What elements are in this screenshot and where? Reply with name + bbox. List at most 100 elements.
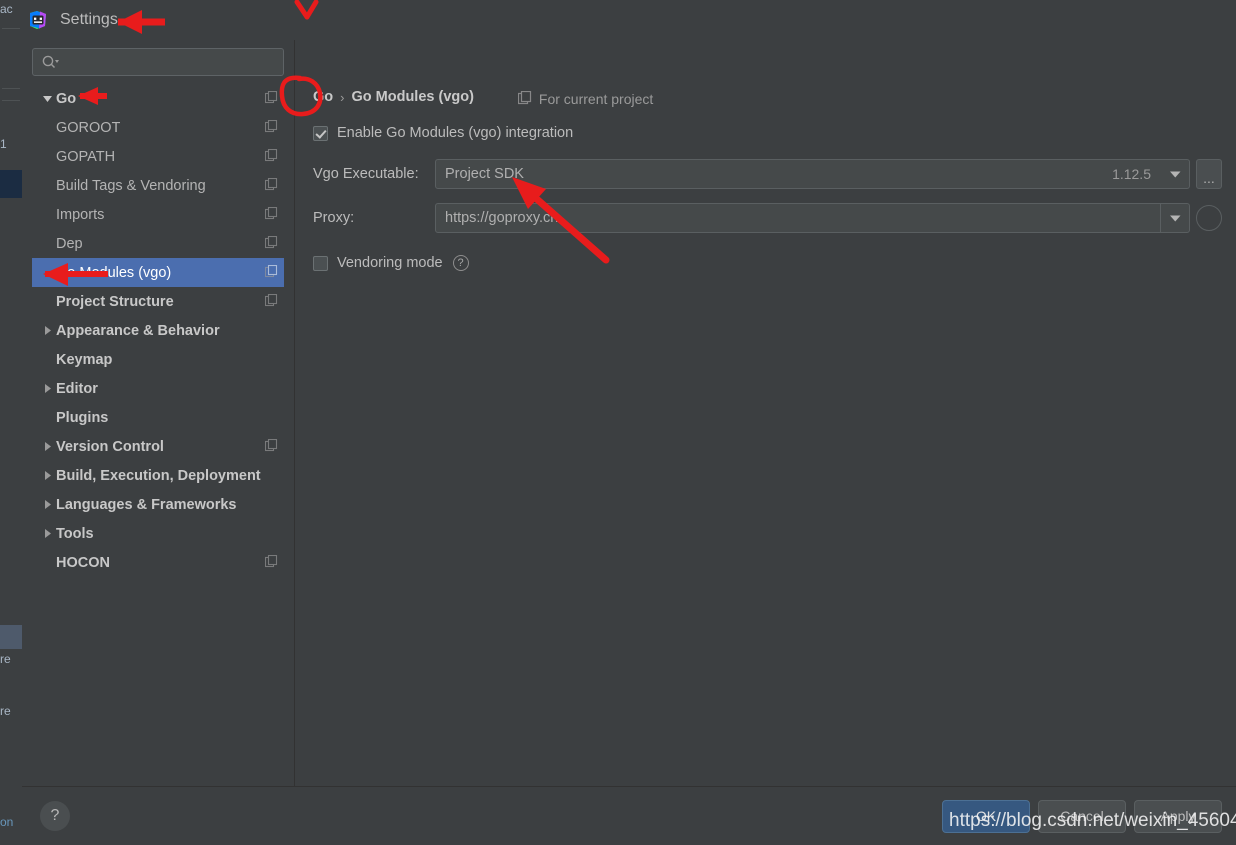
chevron-right-icon[interactable] (38, 499, 56, 510)
settings-tree: Go GOROOT GOPATH Build Tags & Vendoring Impo… (32, 84, 284, 786)
enable-go-modules-label: Enable Go Modules (vgo) integration (337, 125, 574, 141)
search-icon (41, 54, 61, 70)
sidebar-item-hocon[interactable]: HOCON (32, 548, 284, 577)
sidebar-item-imports[interactable]: Imports (32, 200, 284, 229)
sidebar-item-label: GOROOT (56, 119, 121, 136)
sidebar-item-label: Appearance & Behavior (56, 322, 220, 339)
dialog-bottom-bar: ? OK Cancel Apply (22, 786, 1236, 845)
vendoring-mode-checkbox[interactable] (313, 255, 328, 271)
sidebar-item-label: Languages & Frameworks (56, 496, 237, 513)
sidebar-item-label: Dep (56, 235, 83, 252)
sidebar-item-keymap[interactable]: Keymap (32, 345, 284, 374)
background-ide-window: ac 1 re re on (0, 0, 22, 845)
vgo-executable-browse-button[interactable]: ... (1196, 159, 1222, 189)
dialog-title: Settings (60, 11, 118, 28)
button-label: Cancel (1060, 808, 1104, 824)
sidebar-item-plugins[interactable]: Plugins (32, 403, 284, 432)
button-label: Apply (1160, 808, 1196, 824)
proxy-extra-button[interactable] (1196, 205, 1222, 231)
chevron-right-icon[interactable] (38, 383, 56, 394)
chevron-down-icon[interactable] (1160, 204, 1189, 232)
sidebar-item-tools[interactable]: Tools (32, 519, 284, 548)
button-label: OK (975, 808, 997, 824)
breadcrumb-separator: › (340, 89, 345, 105)
sidebar-item-editor[interactable]: Editor (32, 374, 284, 403)
project-scope-icon (264, 235, 278, 252)
project-scope-icon (264, 90, 278, 107)
sidebar-item-label: HOCON (56, 554, 110, 571)
sidebar-item-label: Version Control (56, 438, 164, 455)
background-divider (2, 28, 20, 29)
proxy-label: Proxy: (313, 210, 355, 226)
proxy-row: Proxy: https://goproxy.cn (313, 203, 1222, 233)
chevron-right-icon[interactable] (38, 325, 56, 336)
sidebar-item-label: Go (56, 90, 77, 107)
project-scope-icon (517, 90, 532, 108)
ok-button[interactable]: OK (942, 799, 1030, 833)
sidebar-item-label: Tools (56, 525, 94, 542)
chevron-down-icon[interactable] (1161, 160, 1189, 188)
goland-app-icon (28, 10, 48, 30)
scope-hint-label: For current project (538, 91, 654, 107)
question-mark-icon[interactable]: ? (452, 255, 469, 271)
background-selected-row (0, 170, 22, 198)
background-divider (2, 88, 20, 89)
sidebar-item-appearance-behavior[interactable]: Appearance & Behavior (32, 316, 284, 345)
project-scope-icon (264, 264, 278, 281)
background-status-text: on (0, 815, 14, 829)
settings-dialog: Settings Go GOROOT GOPATH Build Tags & Vend… (22, 0, 1236, 845)
sidebar-item-project-structure[interactable]: Project Structure (32, 287, 284, 316)
sidebar-item-build-execution-deployment[interactable]: Build, Execution, Deployment (32, 461, 284, 490)
breadcrumb: Go › Go Modules (vgo) For current projec… (313, 86, 1222, 108)
sidebar-item-label: Go Modules (vgo) (56, 264, 172, 281)
sidebar-item-label: Build, Execution, Deployment (56, 467, 261, 484)
breadcrumb-leaf: Go Modules (vgo) (351, 89, 474, 105)
sidebar-item-label: Plugins (56, 409, 109, 426)
chevron-right-icon[interactable] (38, 441, 56, 452)
proxy-value[interactable]: https://goproxy.cn (436, 210, 1160, 226)
vendoring-mode-row[interactable]: Vendoring mode ? (313, 251, 1222, 275)
enable-go-modules-checkbox-row[interactable]: Enable Go Modules (vgo) integration (313, 121, 1222, 145)
project-scope-icon (264, 438, 278, 455)
sidebar-item-goroot[interactable]: GOROOT (32, 113, 284, 142)
sidebar-item-languages-frameworks[interactable]: Languages & Frameworks (32, 490, 284, 519)
dialog-title-bar: Settings (22, 0, 1236, 40)
sidebar-item-go-modules-vgo[interactable]: Go Modules (vgo) (32, 258, 284, 287)
sidebar-item-label: Imports (56, 206, 105, 223)
enable-go-modules-checkbox[interactable] (313, 125, 328, 141)
settings-sidebar: Go GOROOT GOPATH Build Tags & Vendoring Impo… (22, 40, 295, 786)
sidebar-item-label: Project Structure (56, 293, 174, 310)
sidebar-item-label: Editor (56, 380, 98, 397)
sidebar-item-go[interactable]: Go (32, 84, 284, 113)
help-button[interactable]: ? (40, 801, 70, 831)
chevron-right-icon[interactable] (38, 470, 56, 481)
search-box[interactable] (32, 48, 284, 76)
sidebar-item-label: GOPATH (56, 148, 116, 165)
vgo-executable-row: Vgo Executable: Project SDK 1.12.5 ... (313, 159, 1222, 189)
background-line-number: 1 (0, 137, 7, 151)
settings-content-pane: Go › Go Modules (vgo) For current projec… (295, 40, 1236, 786)
dialog-button-group: OK Cancel Apply (942, 799, 1222, 833)
background-tab-label: ac (0, 2, 13, 16)
vgo-executable-combo[interactable]: Project SDK 1.12.5 (435, 159, 1190, 189)
dialog-body: Go GOROOT GOPATH Build Tags & Vendoring Impo… (22, 40, 1236, 786)
vgo-executable-label: Vgo Executable: (313, 166, 419, 182)
breadcrumb-root[interactable]: Go (313, 89, 333, 105)
proxy-combo[interactable]: https://goproxy.cn (435, 203, 1190, 233)
sidebar-item-dep[interactable]: Dep (32, 229, 284, 258)
background-text-fragment: re (0, 704, 11, 718)
sidebar-item-label: Keymap (56, 351, 113, 368)
sidebar-item-build-tags-vendoring[interactable]: Build Tags & Vendoring (32, 171, 284, 200)
cancel-button[interactable]: Cancel (1038, 799, 1126, 833)
scope-hint: For current project (517, 90, 654, 108)
vgo-sdk-version: 1.12.5 (1112, 166, 1151, 182)
search-input[interactable] (61, 54, 283, 70)
background-text-fragment: re (0, 652, 11, 666)
project-scope-icon (264, 177, 278, 194)
sidebar-item-version-control[interactable]: Version Control (32, 432, 284, 461)
apply-button[interactable]: Apply (1134, 799, 1222, 833)
sidebar-item-gopath[interactable]: GOPATH (32, 142, 284, 171)
chevron-down-icon[interactable] (38, 93, 56, 104)
vendoring-mode-label: Vendoring mode (337, 255, 443, 271)
chevron-right-icon[interactable] (38, 528, 56, 539)
